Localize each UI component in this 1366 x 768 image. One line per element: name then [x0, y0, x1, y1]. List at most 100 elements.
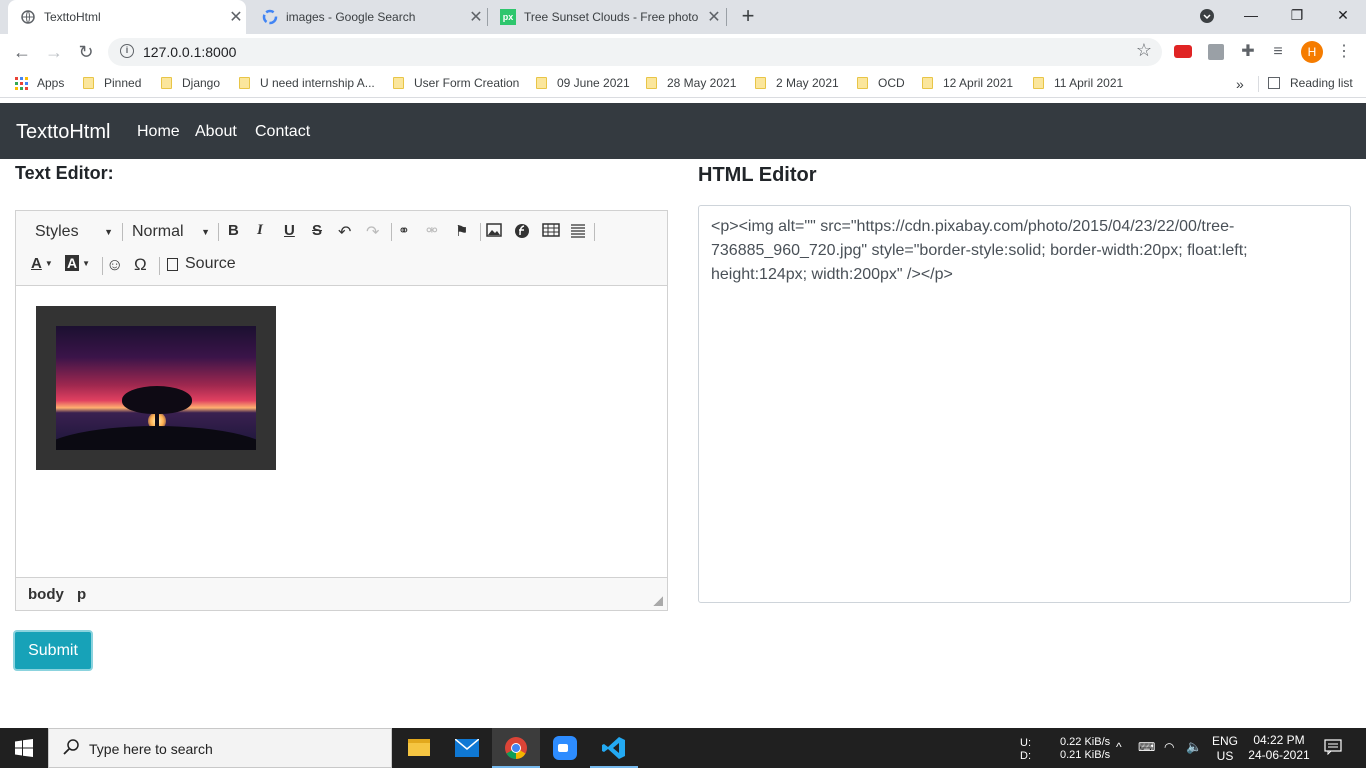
youtube-extension-icon[interactable]: [1174, 42, 1194, 62]
html-editor-heading: HTML Editor: [698, 164, 817, 186]
clock-date: 24-06-2021: [1248, 748, 1310, 762]
unlink-icon[interactable]: ⚮: [426, 222, 438, 239]
tab-separator: [726, 8, 727, 26]
smiley-icon[interactable]: ☺: [106, 255, 123, 275]
nav-link-contact[interactable]: Contact: [255, 123, 310, 141]
bold-icon[interactable]: B: [228, 222, 239, 239]
table-icon[interactable]: [542, 223, 560, 237]
editor-content-area[interactable]: [16, 286, 667, 577]
reading-list[interactable]: Reading list: [1268, 76, 1353, 90]
bookmark-11-april[interactable]: 11 April 2021: [1033, 76, 1123, 90]
close-tab-icon[interactable]: ✕: [704, 7, 724, 27]
folder-icon: [857, 77, 868, 89]
styles-dropdown[interactable]: Styles ▼: [35, 221, 113, 243]
element-path-body[interactable]: body: [28, 586, 64, 603]
minimize-icon[interactable]: —: [1228, 0, 1274, 32]
tab-texttohtml[interactable]: TexttoHtml ✕: [8, 0, 246, 34]
browser-tab-strip: TexttoHtml ✕ images - Google Search ✕ px…: [0, 0, 1366, 34]
source-button[interactable]: Source: [167, 255, 236, 273]
bookmark-ocd[interactable]: OCD: [857, 76, 905, 90]
bookmark-2-may[interactable]: 2 May 2021: [755, 76, 839, 90]
italic-icon[interactable]: I: [257, 222, 263, 239]
dropdown-arrow-icon: ▼: [201, 227, 210, 237]
back-arrow-icon[interactable]: ←: [10, 40, 34, 64]
underline-icon[interactable]: U: [284, 222, 295, 239]
tab-google-search[interactable]: images - Google Search ✕: [250, 0, 486, 34]
html-output-textarea[interactable]: <p><img alt="" src="https://cdn.pixabay.…: [698, 205, 1351, 603]
resize-handle-icon[interactable]: [653, 596, 663, 606]
format-dropdown[interactable]: Normal ▼: [132, 221, 210, 243]
background-color-icon[interactable]: A ▼: [65, 255, 90, 271]
vscode-icon[interactable]: [590, 728, 638, 768]
bookmark-internship[interactable]: U need internship A...: [239, 76, 375, 90]
link-icon[interactable]: ⚭: [398, 222, 410, 239]
submit-button[interactable]: Submit: [13, 630, 93, 671]
text-color-icon[interactable]: A ▼: [31, 255, 53, 272]
notification-icon[interactable]: [1324, 739, 1342, 759]
close-window-icon[interactable]: ✕: [1320, 0, 1366, 32]
navbar-brand[interactable]: TexttoHtml: [16, 121, 110, 144]
bookmark-django[interactable]: Django: [161, 76, 220, 90]
horizontal-line-icon[interactable]: [570, 223, 586, 239]
taskbar-search-box[interactable]: Type here to search: [48, 728, 392, 768]
apps-grid-icon: [15, 76, 28, 90]
address-bar[interactable]: i 127.0.0.1:8000 ☆: [108, 38, 1162, 66]
strikethrough-icon[interactable]: S: [312, 222, 322, 239]
language-indicator[interactable]: ENG US: [1212, 734, 1238, 764]
editor-footer: body p: [16, 577, 667, 610]
redo-icon[interactable]: ↷: [366, 222, 379, 242]
reading-list-icon: [1268, 77, 1280, 89]
dropdown-arrow-icon: ▼: [104, 227, 113, 237]
file-explorer-icon[interactable]: [394, 728, 442, 768]
bookmark-divider: [1258, 76, 1259, 92]
pixabay-icon: px: [500, 9, 516, 25]
bookmark-pinned[interactable]: Pinned: [83, 76, 141, 90]
bookmark-12-april[interactable]: 12 April 2021: [922, 76, 1013, 90]
text-editor-heading: Text Editor:: [15, 163, 114, 183]
bookmark-09-june[interactable]: 09 June 2021: [536, 76, 630, 90]
mail-icon[interactable]: [443, 728, 491, 768]
input-method-icon[interactable]: ⌨: [1138, 741, 1155, 754]
reload-icon[interactable]: ↻: [74, 40, 98, 64]
profile-avatar[interactable]: H: [1301, 41, 1323, 63]
bookmark-user-form[interactable]: User Form Creation: [393, 76, 519, 90]
info-icon[interactable]: i: [120, 44, 134, 58]
puzzle-extensions-icon[interactable]: ✚: [1238, 42, 1258, 62]
special-character-icon[interactable]: Ω: [134, 255, 147, 275]
search-icon: [62, 738, 80, 761]
element-path-p[interactable]: p: [77, 586, 86, 603]
embedded-image[interactable]: [36, 306, 276, 470]
chrome-icon[interactable]: [492, 728, 540, 768]
toolbar-separator: [594, 223, 595, 241]
nav-link-about[interactable]: About: [195, 123, 237, 141]
bookmark-28-may[interactable]: 28 May 2021: [646, 76, 736, 90]
tab-pixabay[interactable]: px Tree Sunset Clouds - Free photo ✕: [488, 0, 724, 34]
bookmark-apps[interactable]: Apps: [15, 76, 64, 90]
zoom-icon[interactable]: [541, 728, 589, 768]
clock[interactable]: 04:22 PM 24-06-2021: [1246, 733, 1312, 763]
undo-icon[interactable]: ↶: [338, 222, 351, 242]
nav-link-home[interactable]: Home: [137, 123, 180, 141]
toolbar-separator: [122, 223, 123, 241]
forward-arrow-icon[interactable]: →: [42, 40, 66, 64]
more-bookmarks-chevron-icon[interactable]: »: [1236, 76, 1244, 92]
globe-icon: [20, 9, 36, 25]
flash-icon[interactable]: [514, 223, 530, 239]
wifi-icon[interactable]: ◠: [1164, 741, 1174, 754]
tab-search-icon[interactable]: [1184, 0, 1230, 32]
close-tab-icon[interactable]: ✕: [226, 7, 246, 27]
chevron-up-icon[interactable]: ^: [1116, 741, 1122, 754]
media-control-icon[interactable]: ≡: [1268, 42, 1288, 62]
new-tab-button[interactable]: +: [736, 4, 760, 28]
close-tab-icon[interactable]: ✕: [466, 7, 486, 27]
restore-icon[interactable]: ❐: [1274, 0, 1320, 32]
more-menu-icon[interactable]: ⋮: [1334, 42, 1354, 62]
windows-start-icon[interactable]: [0, 728, 48, 768]
image-icon[interactable]: [486, 223, 502, 237]
bookmark-star-icon[interactable]: ☆: [1136, 40, 1152, 61]
anchor-flag-icon[interactable]: ⚑: [455, 222, 468, 240]
extension-icon[interactable]: [1206, 42, 1226, 62]
windows-taskbar: Type here to search U: D: 0.22 KiB/s 0.2…: [0, 728, 1366, 768]
volume-icon[interactable]: 🔈: [1186, 740, 1202, 753]
network-speed: 0.22 KiB/s 0.21 KiB/s: [1060, 736, 1110, 762]
